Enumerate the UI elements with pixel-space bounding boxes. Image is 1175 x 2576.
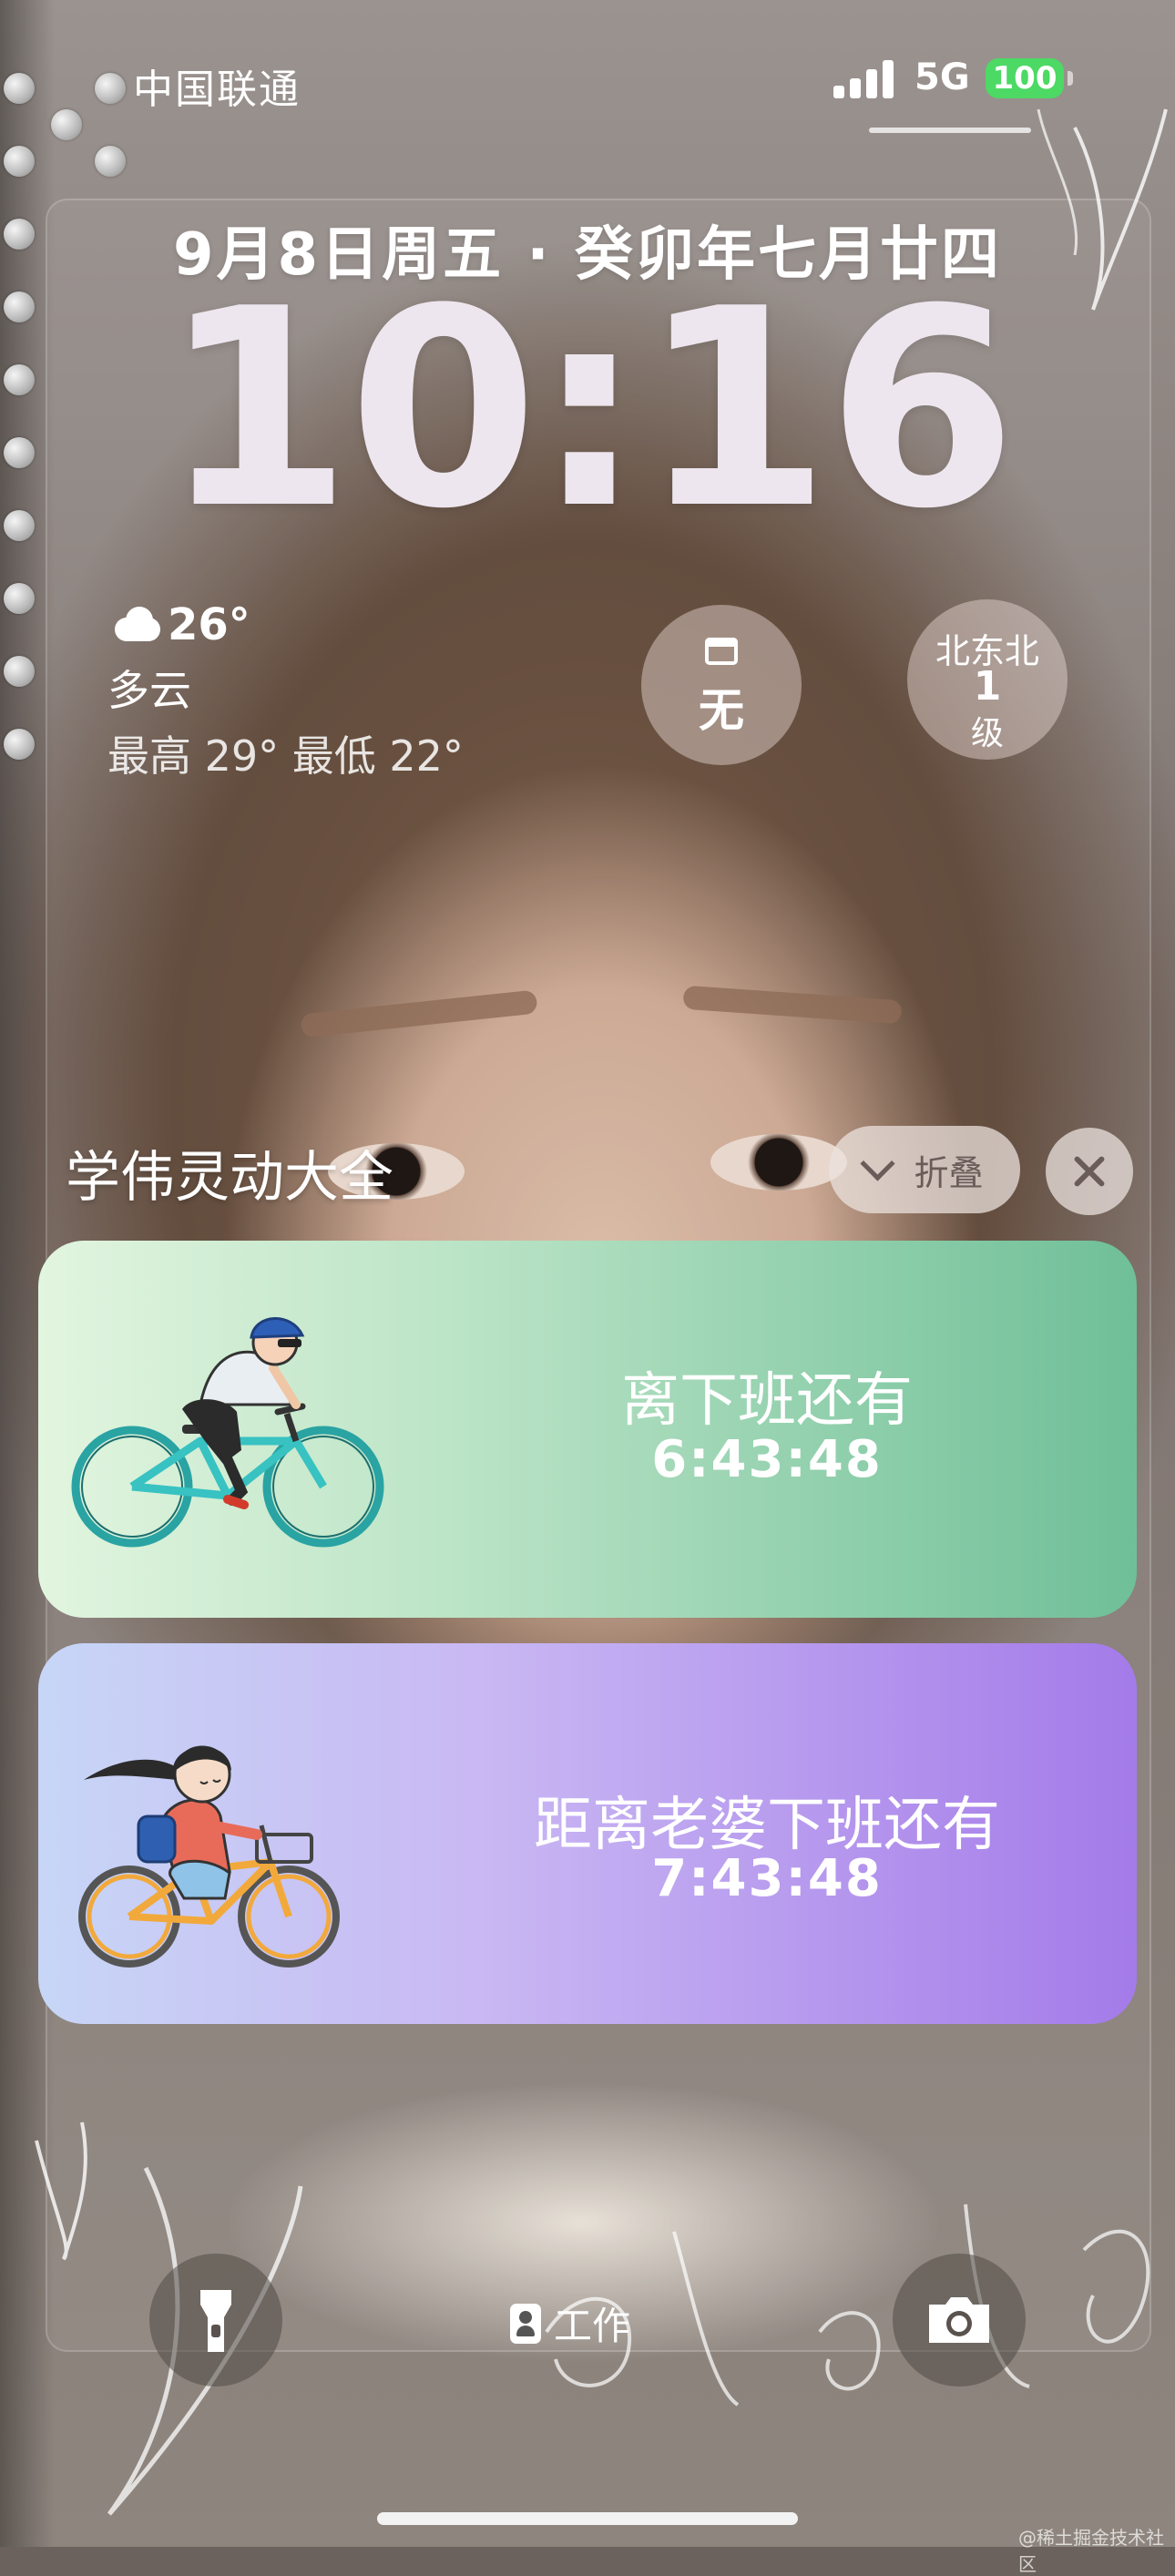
battery-cap [1068,71,1073,86]
person-badge-icon [510,2303,541,2344]
watermark: @稀土掘金技术社区 [1018,2527,1164,2575]
calendar-icon [705,638,738,665]
live-activity-card[interactable]: 离下班还有 6:43:48 [38,1241,1137,1618]
card-countdown: 7:43:48 [651,1849,883,1908]
eye-right [710,1134,847,1191]
weather-temperature: 26° [168,599,250,650]
status-underline [869,128,1031,133]
flashlight-icon [200,2290,231,2352]
home-indicator[interactable] [377,2512,798,2525]
card-label: 离下班还有 [621,1367,913,1435]
weather-condition: 多云 [107,666,191,715]
cloud-icon [107,607,162,643]
chevron-down-icon [860,1145,896,1181]
wind-level: 1 [973,663,1002,710]
network-type: 5G [914,56,970,98]
cyclist-woman-illustration [78,1745,340,1968]
collapse-label: 折叠 [914,1152,984,1193]
focus-mode-indicator[interactable]: 工作 [510,2295,630,2351]
camera-button[interactable] [893,2254,1026,2387]
card-countdown: 6:43:48 [651,1430,883,1489]
weather-widget[interactable]: 26° 多云 最高 29° 最低 22° [107,599,464,783]
traffic-limit-value: 无 [699,684,744,737]
traffic-limit-widget[interactable]: 无 [641,605,802,765]
signal-icon [833,60,894,98]
focus-label: 工作 [554,2304,631,2348]
flashlight-button[interactable] [149,2254,282,2387]
live-activity-card[interactable]: 距离老婆下班还有 7:43:48 [38,1643,1137,2024]
carrier-name: 中国联通 [133,66,301,113]
camera-icon [929,2297,989,2343]
wind-unit: 级 [970,715,1004,752]
battery-icon: 100 [986,58,1064,98]
status-bar: 中国联通 5G 100 [0,0,1175,164]
weather-range: 最高 29° 最低 22° [107,731,464,781]
lock-time: 10:16 [161,250,1017,568]
wind-widget[interactable]: 北东北 1 级 [907,599,1068,760]
live-activity-group-title: 学伟灵动大全 [66,1146,393,1210]
close-button[interactable] [1046,1128,1133,1215]
collapse-button[interactable]: 折叠 [829,1126,1020,1213]
